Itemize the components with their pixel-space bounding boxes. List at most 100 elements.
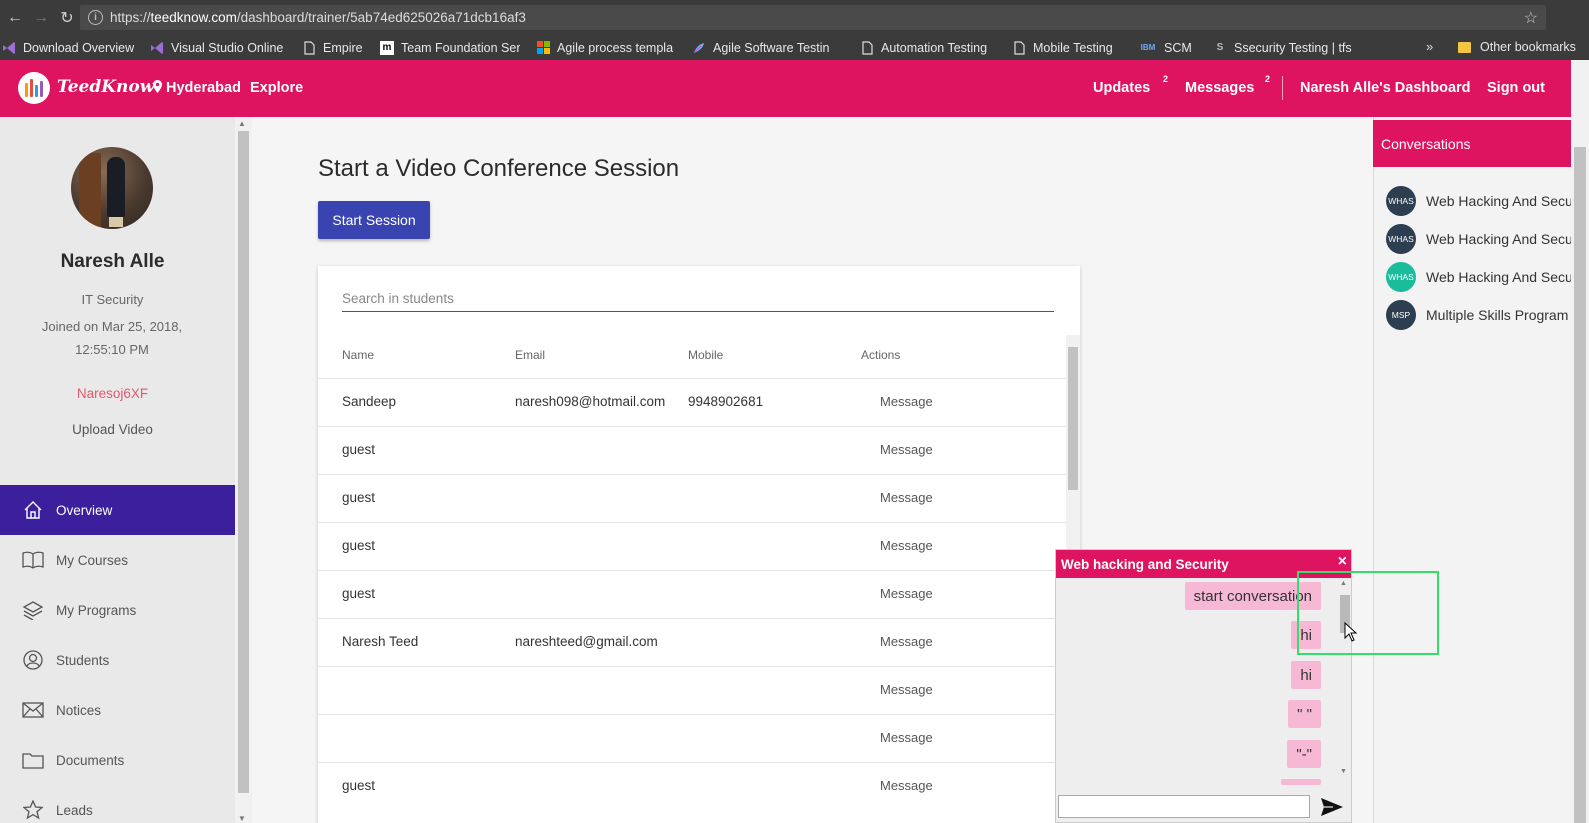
more-bookmarks-icon[interactable]: »: [1426, 39, 1433, 54]
page-icon: [1012, 40, 1026, 55]
ibm-icon: IBM: [1140, 43, 1156, 52]
table-row: Message: [318, 666, 1066, 714]
cell-name: Sandeep: [342, 394, 397, 409]
app-header: TeedKnow Hyderabad Explore Updates 2 Mes…: [0, 60, 1589, 117]
table-row: guest Message: [318, 570, 1066, 618]
send-icon[interactable]: [1318, 796, 1346, 818]
bookmark-automation-testing[interactable]: Automation Testing: [860, 41, 996, 55]
table-row: Message: [318, 714, 1066, 762]
back-icon[interactable]: ←: [4, 7, 26, 29]
sidebar-item-notices[interactable]: Notices: [0, 685, 235, 735]
cell-email: nareshteed@gmail.com: [515, 634, 658, 649]
conversation-item[interactable]: WHAS Web Hacking And Secu: [1386, 262, 1571, 292]
message-button[interactable]: Message: [880, 730, 933, 745]
conversation-label: Web Hacking And Secu: [1426, 269, 1571, 285]
table-scrollbar-thumb[interactable]: [1068, 347, 1078, 490]
dashboard-link[interactable]: Naresh Alle's Dashboard: [1300, 80, 1471, 96]
other-bookmarks[interactable]: Other bookmarks: [1458, 40, 1576, 54]
column-header-actions: Actions: [861, 348, 901, 362]
signout-link[interactable]: Sign out: [1487, 80, 1545, 96]
bookmark-security-testing[interactable]: S Ssecurity Testing | tfs: [1213, 41, 1353, 55]
table-row: guest Message: [318, 522, 1066, 570]
brand-logo[interactable]: TeedKnow: [57, 77, 154, 97]
visual-studio-icon: [2, 41, 16, 55]
explore-link[interactable]: Explore: [250, 80, 303, 96]
table-row: Sandeep naresh098@hotmail.com 9948902681…: [318, 378, 1066, 426]
sidebar-item-my-courses[interactable]: My Courses: [0, 535, 235, 585]
cell-name: guest: [342, 490, 376, 505]
conversation-item[interactable]: WHAS Web Hacking And Secu: [1386, 224, 1571, 254]
sidebar-item-my-programs[interactable]: My Programs: [0, 585, 235, 635]
browser-toolbar: ← → ↻ i https://teedknow.com/dashboard/t…: [0, 0, 1589, 35]
message-button[interactable]: Message: [880, 682, 933, 697]
avatar[interactable]: [71, 147, 153, 229]
folder-icon: [21, 748, 45, 772]
bookmark-download-overview[interactable]: Download Overview: [2, 41, 134, 55]
conversation-label: Web Hacking And Secu: [1426, 231, 1571, 247]
forward-icon[interactable]: →: [30, 7, 52, 29]
address-bar[interactable]: i https://teedknow.com/dashboard/trainer…: [80, 5, 1546, 30]
close-icon[interactable]: ×: [1338, 553, 1347, 571]
message-button[interactable]: Message: [880, 490, 933, 505]
conversation-item[interactable]: MSP Multiple Skills Program: [1386, 300, 1571, 330]
search-underline: [342, 311, 1054, 312]
messages-link[interactable]: Messages 2: [1185, 74, 1270, 96]
chat-message-input[interactable]: [1058, 795, 1310, 818]
cell-name: Naresh Teed: [342, 634, 419, 649]
conversation-item[interactable]: WHAS Web Hacking And Secu: [1386, 186, 1571, 216]
logo-icon[interactable]: [18, 72, 50, 104]
table-row: guest Message: [318, 426, 1066, 474]
upload-video-link[interactable]: Upload Video: [0, 422, 225, 437]
chat-message: hi: [1291, 661, 1321, 689]
table-row: Naresh Teed nareshteed@gmail.com Message: [318, 618, 1066, 666]
bookmark-scm[interactable]: IBM SCM: [1139, 41, 1197, 55]
folder-icon: [1458, 41, 1471, 53]
bookmark-agile-process[interactable]: Agile process templa: [536, 41, 676, 55]
bookmark-agile-software-testing[interactable]: Agile Software Testin: [692, 41, 844, 55]
location-link[interactable]: Hyderabad: [153, 80, 241, 96]
bookmark-mobile-testing[interactable]: Mobile Testing: [1012, 41, 1123, 55]
message-button[interactable]: Message: [880, 778, 933, 793]
info-icon[interactable]: i: [88, 10, 103, 25]
scroll-up-icon[interactable]: ▲: [238, 119, 246, 128]
column-header-mobile: Mobile: [688, 348, 724, 362]
chat-message-partial: [1281, 779, 1321, 785]
message-button[interactable]: Message: [880, 394, 933, 409]
page-icon: [860, 40, 874, 55]
user-icon: [21, 648, 45, 672]
url-text: https://teedknow.com/dashboard/trainer/5…: [110, 10, 526, 25]
cell-email: naresh098@hotmail.com: [515, 394, 666, 409]
conversations-header: Conversations: [1373, 120, 1571, 167]
conversations-panel: [1373, 117, 1571, 823]
chat-scroll-down-icon[interactable]: ▼: [1340, 768, 1347, 775]
sidebar-item-students[interactable]: Students: [0, 635, 235, 685]
message-button[interactable]: Message: [880, 586, 933, 601]
book-icon: [21, 548, 45, 572]
profile-role: IT Security: [81, 292, 144, 307]
page-scrollbar-thumb[interactable]: [1574, 147, 1586, 823]
message-button[interactable]: Message: [880, 634, 933, 649]
start-session-button[interactable]: Start Session: [318, 201, 430, 239]
bookmark-empire[interactable]: Empire: [302, 41, 364, 55]
bookmark-team-foundation[interactable]: m Team Foundation Ser: [380, 40, 520, 55]
messages-badge: 2: [1265, 74, 1271, 84]
cell-name: guest: [342, 442, 376, 457]
message-button[interactable]: Message: [880, 538, 933, 553]
profile-name: Naresh Alle: [60, 251, 165, 272]
sidebar-item-leads[interactable]: Leads: [0, 785, 235, 823]
bookmark-visual-studio-online[interactable]: Visual Studio Online: [150, 41, 286, 55]
table-row: guest Message: [318, 474, 1066, 522]
scroll-down-icon[interactable]: ▼: [238, 814, 246, 823]
reload-icon[interactable]: ↻: [56, 7, 78, 29]
search-students-input[interactable]: [342, 286, 1054, 310]
conversation-avatar: WHAS: [1386, 262, 1416, 292]
sidebar-scrollbar-thumb[interactable]: [238, 131, 249, 793]
column-header-email: Email: [515, 348, 546, 362]
message-button[interactable]: Message: [880, 442, 933, 457]
cell-name: guest: [342, 538, 376, 553]
sidebar-item-overview[interactable]: Overview: [0, 485, 235, 535]
updates-link[interactable]: Updates 2: [1093, 74, 1168, 96]
m-logo-icon: m: [380, 40, 394, 55]
sidebar-item-documents[interactable]: Documents: [0, 735, 235, 785]
bookmark-star-icon[interactable]: ☆: [1524, 8, 1538, 28]
